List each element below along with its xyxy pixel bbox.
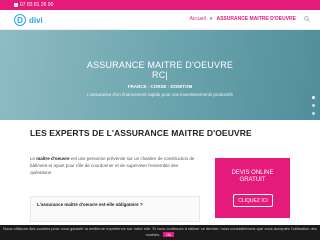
breadcrumb: Accueil » ASSURANCE MAITRE D'OEUVRE [190,16,296,22]
cta-title-line2: GRATUIT [239,177,266,183]
hero-subtitle: FRANCE - CORSE - DOM/TOM [127,84,193,89]
slider-dot[interactable] [312,128,315,131]
cookie-text: Nous utilisons des cookies pour vous gar… [3,226,317,237]
site-header: D divi Accueil » ASSURANCE MAITRE D'OEUV… [0,10,320,30]
phone-icon [14,2,18,7]
phone-number[interactable]: 07 83 81 26 90 [20,2,53,8]
breadcrumb-home-link[interactable]: Accueil [190,16,206,22]
cta-title-line1: DEVIS ONLINE [231,170,274,176]
hero-title-line2: RC| [152,70,168,80]
breadcrumb-current[interactable]: ASSURANCE MAITRE D'OEUVRE [216,16,296,22]
logo-mark: D [14,14,26,26]
top-bar: 07 83 81 26 90 [0,0,320,10]
phone-contact[interactable]: 07 83 81 26 90 [14,1,53,9]
breadcrumb-separator: » [209,16,213,22]
hero-title: ASSURANCE MAITRE D'OEUVRE RC| [0,60,320,80]
hero-title-line1: ASSURANCE MAITRE D'OEUVRE [86,60,234,70]
intro-bold-term: maître d'oeuvre [36,156,70,161]
slider-dot[interactable] [312,96,315,99]
cookie-ok-button[interactable]: Ok [163,232,175,237]
search-icon[interactable] [304,16,310,22]
site-logo[interactable]: D divi [14,13,43,27]
logo-text: divi [29,15,43,25]
section-title: LES EXPERTS DE L'ASSURANCE MAITRE D'OEUV… [30,128,252,138]
cta-button[interactable]: CLIQUEZ ICI [233,194,273,207]
cta-card: DEVIS ONLINE GRATUIT CLIQUEZ ICI [215,158,290,218]
faq-accordion[interactable]: L'assurance maître d'oeuvre est-elle obl… [30,196,200,222]
slider-dots [312,96,315,131]
slider-dot[interactable] [312,120,315,123]
hero-banner: ASSURANCE MAITRE D'OEUVRE RC| FRANCE - C… [0,30,320,131]
slider-dot[interactable] [312,112,315,115]
intro-paragraph: Le maître d'oeuvre est une personne prév… [30,155,200,176]
cookie-banner: Nous utilisons des cookies pour vous gar… [0,225,320,240]
faq-question[interactable]: L'assurance maître d'oeuvre est-elle obl… [37,202,143,207]
cta-title: DEVIS ONLINE GRATUIT [215,170,290,184]
hero-description: L'assurance d'un financement rapide pour… [87,92,233,97]
slider-dot[interactable] [312,104,315,107]
